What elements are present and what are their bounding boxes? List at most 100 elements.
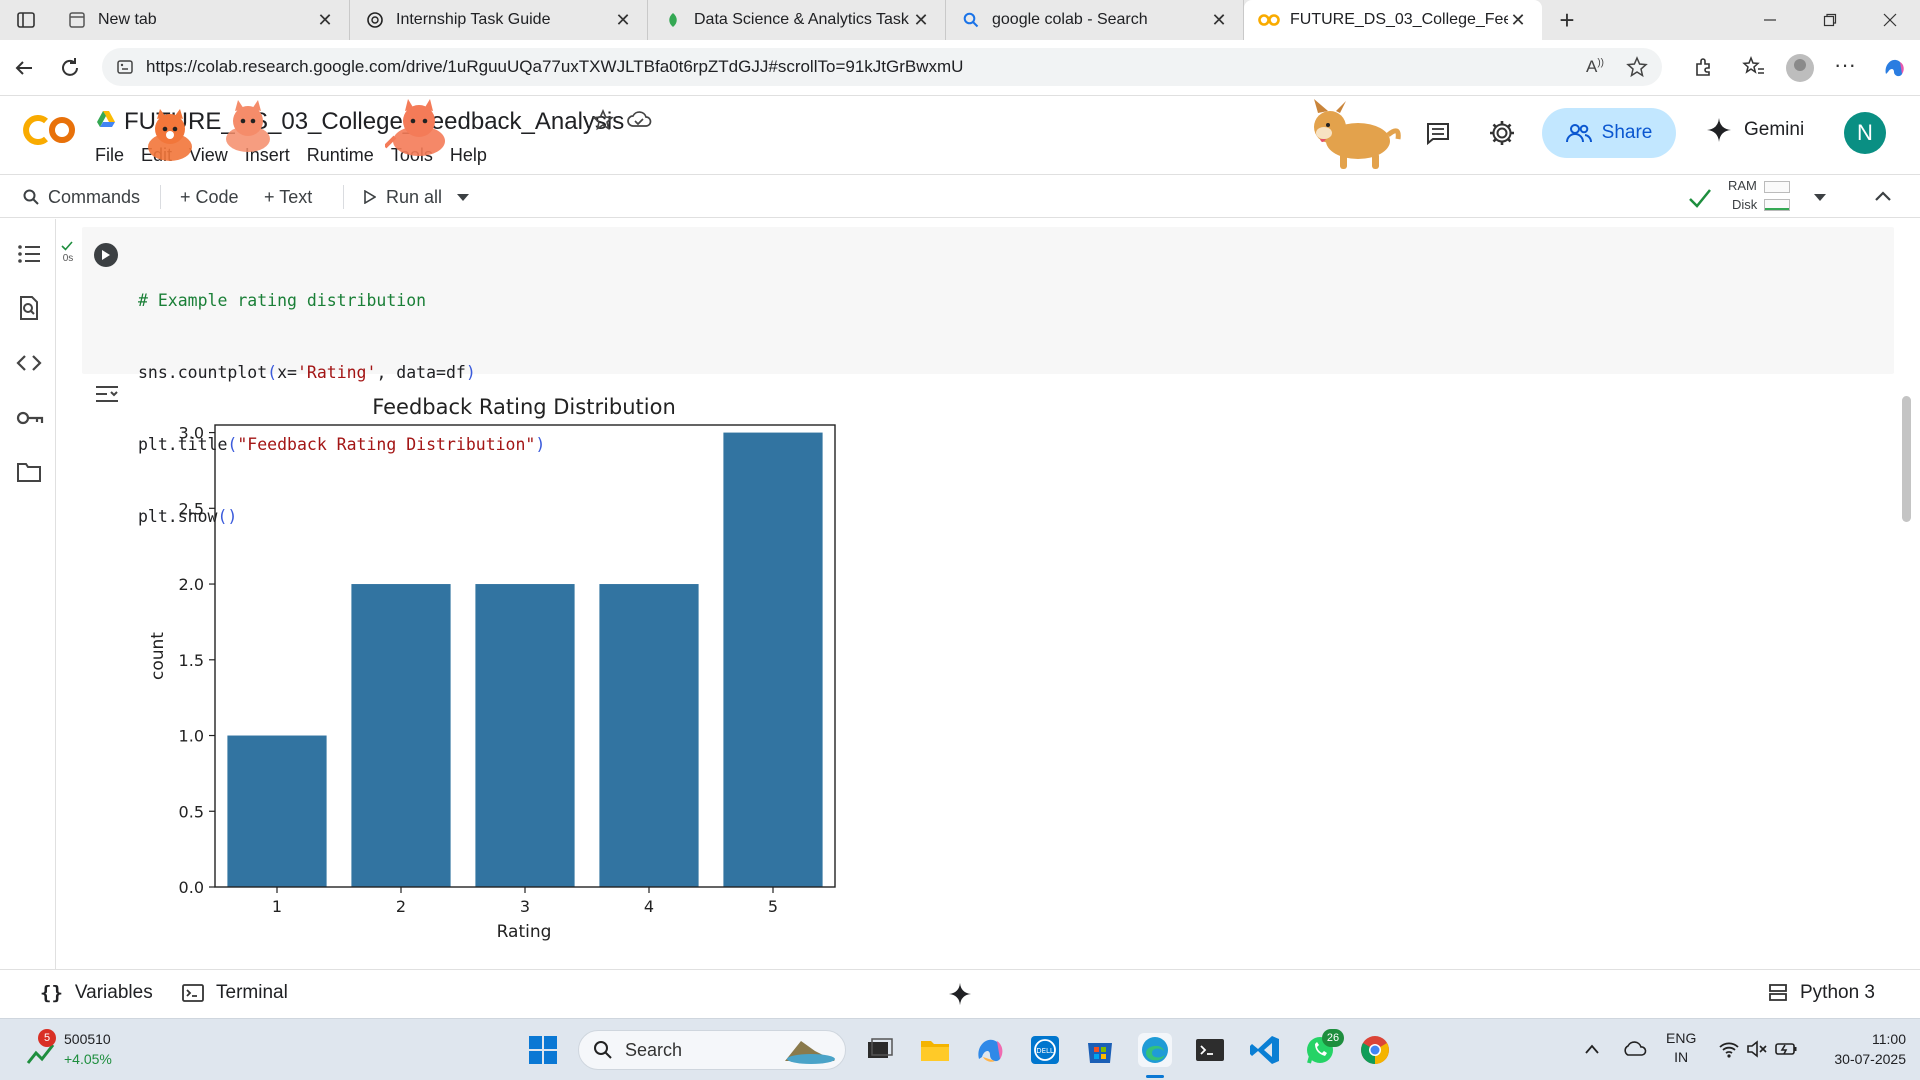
address-bar[interactable]: https://colab.research.google.com/drive/… — [102, 48, 1662, 86]
commands-button[interactable]: Commands — [22, 175, 140, 219]
clock[interactable]: 11:00 30-07-2025 — [1810, 1029, 1906, 1069]
vscode-icon[interactable] — [1248, 1033, 1282, 1067]
kernel-status[interactable]: Python 3 — [1768, 982, 1875, 1004]
bar-rating-1 — [227, 735, 327, 887]
collapse-header-icon[interactable] — [1874, 189, 1892, 203]
avatar[interactable]: N — [1844, 112, 1886, 154]
terminal-icon — [182, 983, 204, 1003]
close-tab-icon[interactable]: ✕ — [613, 10, 633, 31]
run-all-button[interactable]: Run all — [364, 175, 442, 219]
battery-icon[interactable] — [1774, 1039, 1798, 1059]
edge-browser-icon[interactable] — [1138, 1033, 1172, 1067]
stock-widget[interactable]: 5 500510 +4.05% — [22, 1027, 132, 1073]
share-button[interactable]: Share — [1542, 108, 1676, 158]
y-tick-label: 3.0 — [179, 424, 204, 443]
close-tab-icon[interactable]: ✕ — [1508, 10, 1528, 31]
tab-data-science-task[interactable]: Data Science & Analytics Task 3 – ✕ — [648, 0, 946, 40]
secrets-key-icon[interactable] — [16, 405, 44, 433]
disk-meter[interactable] — [1764, 199, 1790, 211]
y-tick-label: 0.0 — [179, 878, 204, 897]
menu-file[interactable]: File — [95, 145, 124, 166]
favorites-icon[interactable] — [1742, 55, 1766, 79]
gemini-label: Gemini — [1744, 119, 1805, 140]
output-actions-icon[interactable] — [94, 383, 120, 405]
colab-logo[interactable] — [22, 113, 78, 145]
close-tab-icon[interactable]: ✕ — [1209, 10, 1229, 31]
code-cell[interactable]: # Example rating distribution sns.countp… — [82, 227, 1894, 526]
bar-rating-2 — [351, 584, 451, 887]
profile-icon[interactable] — [1786, 54, 1814, 82]
wifi-icon[interactable] — [1718, 1039, 1740, 1059]
microsoft-store-icon[interactable] — [1083, 1033, 1117, 1067]
menu-runtime[interactable]: Runtime — [307, 145, 374, 166]
y-tick-label: 2.5 — [179, 499, 204, 518]
close-tab-icon[interactable]: ✕ — [911, 10, 931, 31]
onedrive-cloud-icon[interactable] — [1622, 1039, 1648, 1059]
dog-mascot-icon — [1300, 99, 1404, 173]
taskbar-search-box[interactable]: Search — [578, 1030, 846, 1070]
disk-label: Disk — [1732, 197, 1758, 212]
x-tick-label: 5 — [768, 897, 778, 916]
extensions-icon[interactable] — [1692, 55, 1716, 79]
copilot-icon[interactable] — [1880, 54, 1908, 82]
x-tick-label: 1 — [272, 897, 282, 916]
language-indicator[interactable]: ENG IN — [1666, 1029, 1696, 1067]
refresh-button[interactable] — [56, 54, 86, 84]
read-aloud-icon[interactable]: A)) — [1586, 57, 1604, 77]
find-replace-icon[interactable] — [16, 295, 44, 323]
tab-colab-notebook[interactable]: FUTURE_DS_03_College_Feedback ✕ — [1244, 0, 1542, 40]
star-notebook-icon[interactable] — [592, 109, 614, 131]
comments-icon[interactable] — [1424, 119, 1452, 147]
connected-check-icon — [1688, 187, 1712, 209]
file-explorer-icon[interactable] — [918, 1033, 952, 1067]
gemini-sparkle-icon[interactable] — [948, 982, 972, 1006]
show-hidden-icons[interactable] — [1584, 1043, 1600, 1055]
cat-mascot-icon — [140, 107, 202, 167]
cloud-saved-icon[interactable] — [626, 109, 652, 131]
dell-icon[interactable]: DELL — [1028, 1033, 1062, 1067]
more-options-icon[interactable]: ··· — [1834, 52, 1856, 78]
add-code-button[interactable]: + Code — [180, 175, 239, 219]
tab-google-colab-search[interactable]: google colab - Search ✕ — [946, 0, 1244, 40]
favorite-star-icon[interactable] — [1626, 56, 1648, 78]
terminal-app-icon[interactable] — [1193, 1033, 1227, 1067]
run-all-dropdown-icon[interactable] — [456, 193, 470, 203]
table-of-contents-icon[interactable] — [16, 241, 44, 269]
close-window-button[interactable] — [1860, 0, 1920, 40]
gemini-button[interactable]: Gemini — [1706, 117, 1804, 143]
minimize-button[interactable] — [1740, 0, 1800, 40]
bar-rating-3 — [475, 584, 575, 887]
tab-new-tab[interactable]: New tab ✕ — [52, 0, 350, 40]
terminal-button[interactable]: Terminal — [182, 982, 288, 1004]
task-view-icon[interactable] — [862, 1033, 896, 1067]
site-info-icon[interactable] — [116, 58, 134, 76]
back-button[interactable] — [10, 54, 40, 84]
add-text-button[interactable]: + Text — [264, 175, 312, 219]
folder-icon[interactable] — [16, 459, 44, 487]
ram-meter[interactable] — [1764, 181, 1790, 193]
copilot-app-icon[interactable] — [973, 1033, 1007, 1067]
toolbar-divider — [160, 185, 161, 209]
clock-date: 30-07-2025 — [1834, 1051, 1906, 1067]
tab-actions-button[interactable] — [0, 0, 52, 40]
share-label: Share — [1601, 122, 1653, 143]
scrollbar-thumb[interactable] — [1902, 396, 1911, 522]
notebook-toolbar: Commands + Code + Text Run all RAM Disk — [0, 174, 1920, 218]
close-tab-icon[interactable]: ✕ — [315, 10, 335, 31]
play-icon — [102, 250, 110, 260]
lang-top: ENG — [1666, 1030, 1697, 1046]
variables-button[interactable]: {} Variables — [40, 982, 153, 1004]
menu-help[interactable]: Help — [450, 145, 487, 166]
braces-icon: {} — [40, 982, 63, 1004]
tab-internship-task-guide[interactable]: Internship Task Guide ✕ — [350, 0, 648, 40]
code-snippets-icon[interactable] — [16, 350, 44, 378]
start-windows-icon[interactable] — [526, 1033, 560, 1067]
restore-button[interactable] — [1800, 0, 1860, 40]
gear-icon[interactable] — [1488, 119, 1516, 147]
volume-muted-icon[interactable] — [1746, 1039, 1768, 1059]
new-tab-button[interactable]: + — [1542, 0, 1592, 40]
chrome-icon[interactable] — [1358, 1033, 1392, 1067]
run-cell-button[interactable] — [94, 243, 118, 267]
clock-time: 11:00 — [1872, 1031, 1906, 1047]
resources-dropdown-icon[interactable] — [1813, 193, 1827, 203]
